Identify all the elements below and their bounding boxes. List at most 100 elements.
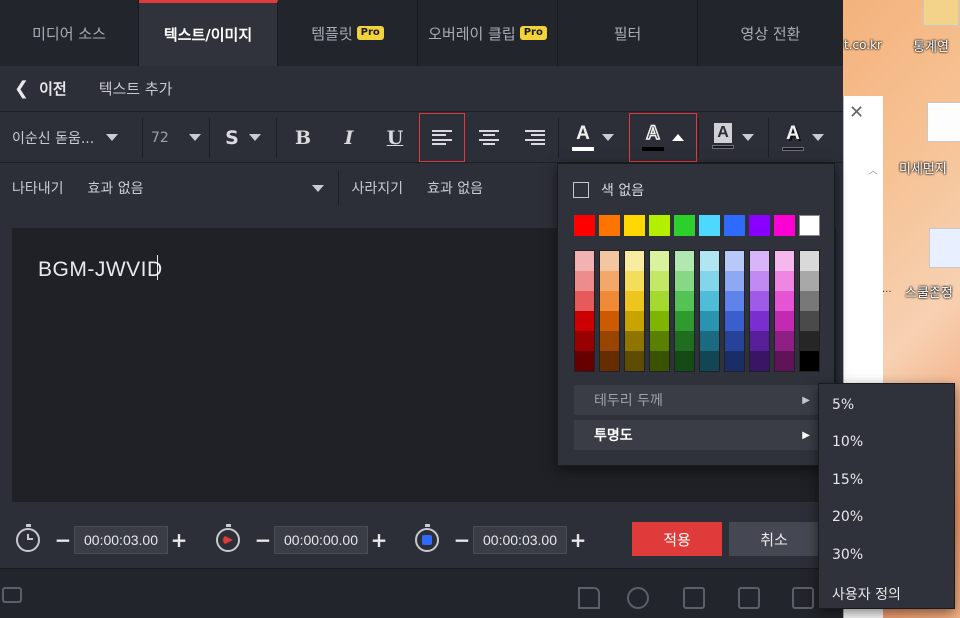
gradient-swatch-2-4[interactable] xyxy=(625,331,644,351)
gradient-swatch-7-4[interactable] xyxy=(750,331,769,351)
gradient-swatch-3-1[interactable] xyxy=(650,271,669,291)
color-swatch-2[interactable] xyxy=(624,215,645,236)
gradient-swatch-5-2[interactable] xyxy=(700,291,719,311)
gradient-swatch-4-2[interactable] xyxy=(675,291,694,311)
gradient-swatch-3-2[interactable] xyxy=(650,291,669,311)
gradient-swatch-8-5[interactable] xyxy=(775,351,794,371)
document-icon[interactable] xyxy=(927,102,960,142)
opacity-option-15[interactable]: 15% xyxy=(832,472,863,488)
gradient-swatch-0-2[interactable] xyxy=(575,291,594,311)
image-icon[interactable] xyxy=(2,587,22,603)
duration-decrease-button[interactable]: − xyxy=(252,528,274,552)
start-time-decrease-button[interactable]: − xyxy=(52,528,74,552)
gradient-swatch-2-1[interactable] xyxy=(625,271,644,291)
gradient-swatch-7-5[interactable] xyxy=(750,351,769,371)
scroll-up-icon[interactable]: ︿ xyxy=(868,162,878,177)
gradient-swatch-5-4[interactable] xyxy=(700,331,719,351)
color-swatch-7[interactable] xyxy=(749,215,770,236)
edit-file-icon[interactable] xyxy=(738,587,760,609)
font-family-select[interactable]: 이순신 돋움... xyxy=(0,112,142,163)
gradient-swatch-5-5[interactable] xyxy=(700,351,719,371)
close-icon[interactable]: ✕ xyxy=(849,102,864,123)
opacity-option-5[interactable]: 5% xyxy=(832,397,854,413)
end-time-decrease-button[interactable]: − xyxy=(451,528,473,552)
gradient-swatch-3-3[interactable] xyxy=(650,311,669,331)
outline-color-button[interactable]: A xyxy=(629,113,697,162)
gradient-swatch-4-1[interactable] xyxy=(675,271,694,291)
gradient-swatch-9-1[interactable] xyxy=(800,271,819,291)
apply-button[interactable]: 적용 xyxy=(632,522,722,556)
shadow-color-button[interactable]: A xyxy=(770,112,836,163)
gradient-swatch-0-1[interactable] xyxy=(575,271,594,291)
gradient-swatch-2-2[interactable] xyxy=(625,291,644,311)
color-swatch-9[interactable] xyxy=(799,215,820,236)
end-time-increase-button[interactable]: + xyxy=(567,528,589,552)
gradient-swatch-7-0[interactable] xyxy=(750,251,769,271)
gradient-swatch-1-5[interactable] xyxy=(600,351,619,371)
gradient-swatch-6-0[interactable] xyxy=(725,251,744,271)
gradient-swatch-4-0[interactable] xyxy=(675,251,694,271)
gradient-swatch-0-3[interactable] xyxy=(575,311,594,331)
gradient-swatch-8-4[interactable] xyxy=(775,331,794,351)
undo-icon[interactable] xyxy=(627,587,649,609)
gradient-swatch-2-0[interactable] xyxy=(625,251,644,271)
gradient-swatch-3-5[interactable] xyxy=(650,351,669,371)
duration-time-input[interactable]: 00:00:00.00 xyxy=(274,526,368,554)
color-swatch-4[interactable] xyxy=(674,215,695,236)
align-right-button[interactable] xyxy=(512,112,558,163)
gradient-swatch-1-2[interactable] xyxy=(600,291,619,311)
gradient-swatch-2-5[interactable] xyxy=(625,351,644,371)
gradient-swatch-5-0[interactable] xyxy=(700,251,719,271)
color-swatch-6[interactable] xyxy=(724,215,745,236)
gradient-swatch-1-4[interactable] xyxy=(600,331,619,351)
gradient-swatch-8-0[interactable] xyxy=(775,251,794,271)
gradient-swatch-9-2[interactable] xyxy=(800,291,819,311)
tab-filter[interactable]: 필터 xyxy=(558,0,698,66)
back-button[interactable]: ❮ 이전 xyxy=(14,78,67,99)
color-swatch-0[interactable] xyxy=(574,215,595,236)
opacity-option-custom[interactable]: 사용자 정의 xyxy=(832,584,901,604)
gradient-swatch-0-4[interactable] xyxy=(575,331,594,351)
gradient-swatch-8-1[interactable] xyxy=(775,271,794,291)
font-size-select[interactable]: 72 xyxy=(143,112,209,163)
gradient-swatch-9-5[interactable] xyxy=(800,351,819,371)
color-swatch-8[interactable] xyxy=(774,215,795,236)
gradient-swatch-9-0[interactable] xyxy=(800,251,819,271)
gradient-swatch-7-2[interactable] xyxy=(750,291,769,311)
document-icon[interactable] xyxy=(929,228,960,268)
gradient-swatch-4-4[interactable] xyxy=(675,331,694,351)
gradient-swatch-5-1[interactable] xyxy=(700,271,719,291)
gradient-swatch-1-0[interactable] xyxy=(600,251,619,271)
opacity-option-20[interactable]: 20% xyxy=(832,509,863,525)
color-swatch-3[interactable] xyxy=(649,215,670,236)
gradient-swatch-6-1[interactable] xyxy=(725,271,744,291)
gradient-swatch-9-4[interactable] xyxy=(800,331,819,351)
align-left-button[interactable] xyxy=(419,113,465,162)
start-time-input[interactable]: 00:00:03.00 xyxy=(74,526,168,554)
gradient-swatch-6-3[interactable] xyxy=(725,311,744,331)
background-color-button[interactable]: A xyxy=(700,112,766,163)
gradient-swatch-4-5[interactable] xyxy=(675,351,694,371)
duration-increase-button[interactable]: + xyxy=(368,528,390,552)
gradient-swatch-0-0[interactable] xyxy=(575,251,594,271)
align-center-button[interactable] xyxy=(466,112,512,163)
no-color-checkbox[interactable] xyxy=(573,182,589,198)
appear-effect-select[interactable]: 효과 없음 xyxy=(88,178,324,198)
gradient-swatch-3-0[interactable] xyxy=(650,251,669,271)
gradient-swatch-6-4[interactable] xyxy=(725,331,744,351)
gradient-swatch-7-3[interactable] xyxy=(750,311,769,331)
color-swatch-5[interactable] xyxy=(699,215,720,236)
gradient-swatch-5-3[interactable] xyxy=(700,311,719,331)
gradient-swatch-8-2[interactable] xyxy=(775,291,794,311)
cancel-button[interactable]: 취소 xyxy=(729,522,819,556)
tab-template[interactable]: 템플릿 Pro xyxy=(278,0,418,66)
gradient-swatch-6-2[interactable] xyxy=(725,291,744,311)
new-file-icon[interactable] xyxy=(578,587,600,609)
disappear-effect-select[interactable]: 효과 없음 xyxy=(427,178,483,198)
underline-button[interactable]: U xyxy=(372,112,418,163)
gradient-swatch-1-3[interactable] xyxy=(600,311,619,331)
tab-media-source[interactable]: 미디어 소스 xyxy=(0,0,139,66)
opacity-menu-trigger[interactable]: 투명도 ▶ xyxy=(574,420,820,450)
gradient-swatch-2-3[interactable] xyxy=(625,311,644,331)
text-style-select[interactable]: S xyxy=(210,112,276,163)
